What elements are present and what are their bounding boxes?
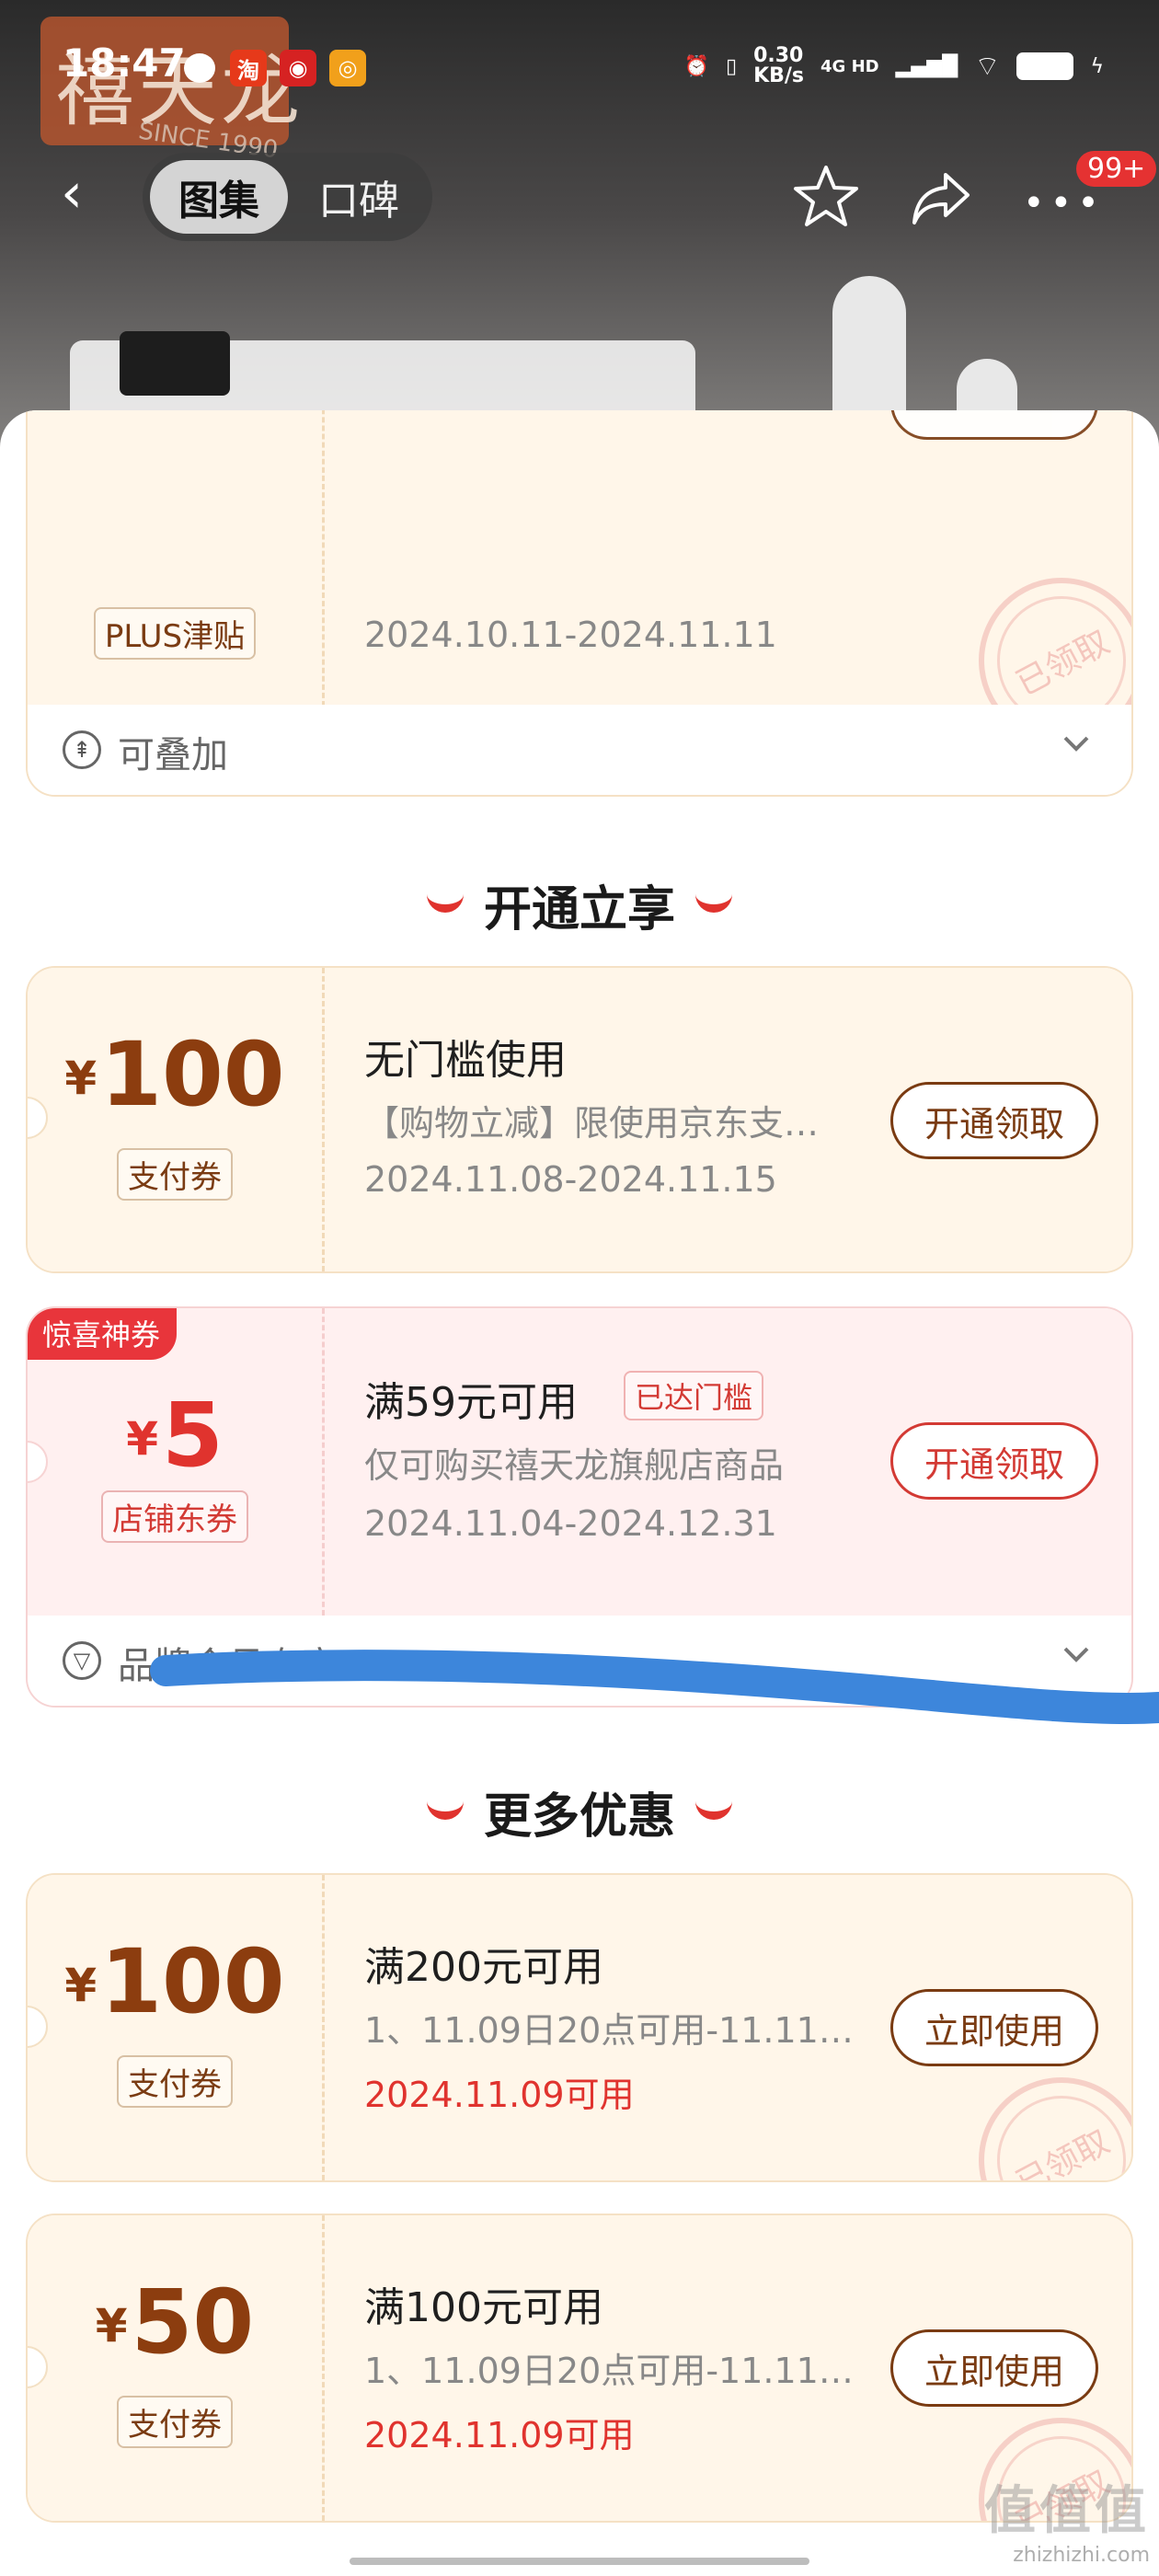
section-title-open: 开通立享 <box>0 870 1159 939</box>
net-speed-unit: KB/s <box>753 64 805 87</box>
coupon-desc: 1、11.09日20点可用-11.11… <box>364 2010 854 2051</box>
coupon-tag: 支付券 <box>117 2396 233 2448</box>
discount-sheet: 优惠 PLUS津贴 2024.10.11-2024.11.11 已领取 ⇞ 可叠… <box>0 410 1159 2576</box>
tab-gallery[interactable]: 图集 <box>150 160 288 234</box>
coupon-amount: 100 <box>100 1930 285 2033</box>
home-indicator[interactable] <box>350 2558 809 2565</box>
alarm-icon: ⏰ <box>683 54 709 78</box>
net-speed: 0.30 KB/s <box>753 46 804 86</box>
stack-icon: ⇞ <box>63 730 101 769</box>
chevron-down-icon <box>1063 736 1089 752</box>
coupon-card: ¥100 支付券 无门槛使用 【购物立减】限使用京东支… 2024.11.08-… <box>26 966 1133 1273</box>
use-now-button[interactable]: 立即使用 <box>890 1989 1098 2066</box>
net-speed-value: 0.30 <box>753 44 804 67</box>
coupon-currency: ¥ <box>126 1412 158 1466</box>
coupon-tag: 支付券 <box>117 1148 233 1201</box>
section-title-more-text: 更多优惠 <box>483 1789 675 1845</box>
scribble-overlay <box>150 1650 1159 1725</box>
section-title-open-text: 开通立享 <box>483 882 675 937</box>
coupon-desc: 仅可购买禧天龙旗舰店商品 <box>364 1445 785 1486</box>
coupon-footer-text: 可叠加 <box>118 734 228 776</box>
watermark-url: zhizhizhi.com <box>1013 2544 1150 2567</box>
share-icon[interactable] <box>909 167 973 228</box>
coupon-card: ¥50 支付券 满100元可用 1、11.09日20点可用-11.11… 202… <box>26 2214 1133 2523</box>
watermark: 值值值 zhizhizhi.com <box>984 2469 1150 2567</box>
coupon-date: 2024.11.09可用 <box>364 2075 635 2115</box>
coupon-desc: 1、11.09日20点可用-11.11… <box>364 2351 854 2391</box>
coupon-desc: 【购物立减】限使用京东支… <box>364 1103 820 1144</box>
tab-reviews[interactable]: 口碑 <box>294 160 423 234</box>
coupon-date: 2024.11.09可用 <box>364 2415 635 2455</box>
section-title-more: 更多优惠 <box>0 1777 1159 1846</box>
battery-icon <box>1016 52 1074 80</box>
coupon-tag: 店铺东券 <box>101 1490 248 1543</box>
status-bar: 18:47 淘 ◉ ◎ ⏰ ▯ 0.30 KB/s 4G HD ▂▄▆█ ⌔ ϟ <box>0 0 1159 138</box>
network-type: 4G HD <box>820 56 879 76</box>
product-box-lid <box>120 331 230 396</box>
coupon-button[interactable] <box>890 410 1098 440</box>
coupon-currency: ¥ <box>95 2299 128 2352</box>
claimed-stamp: 已领取 <box>949 2048 1131 2180</box>
wifi-icon: ⌔ <box>974 51 1001 83</box>
threshold-reached-badge: 已达门槛 <box>624 1371 764 1420</box>
weibo-app-icon: ◎ <box>329 50 366 86</box>
watermark-logo: 值值值 <box>984 2481 1150 2541</box>
more-icon[interactable]: ••• <box>1023 182 1105 224</box>
coupon-title: 满100元可用 <box>364 2284 603 2331</box>
message-icon <box>184 53 215 83</box>
coupon-date: 2024.11.08-2024.11.15 <box>364 1159 777 1200</box>
surprise-badge: 惊喜神券 <box>28 1308 178 1360</box>
view-tab-switcher: 图集 口碑 <box>143 153 432 241</box>
coupon-tag: PLUS津贴 <box>93 607 257 660</box>
signal-icon: ▂▄▆█ <box>895 54 958 78</box>
coupon-amount: 50 <box>131 2271 255 2374</box>
coupon-footer[interactable]: ⇞ 可叠加 <box>28 705 1131 795</box>
coupon-currency: ¥ <box>64 1959 98 2012</box>
coupon-amount: 100 <box>100 1023 285 1126</box>
coupon-card-plus: PLUS津贴 2024.10.11-2024.11.11 已领取 ⇞ 可叠加 <box>26 410 1133 797</box>
taobao-app-icon: 淘 <box>230 50 267 86</box>
shopping-app-icon: ◉ <box>280 50 316 86</box>
coupon-title: 满59元可用 <box>364 1379 578 1426</box>
use-now-button[interactable]: 立即使用 <box>890 2329 1098 2407</box>
activate-claim-button[interactable]: 开通领取 <box>890 1422 1098 1500</box>
favorite-star-icon[interactable] <box>791 162 861 232</box>
notification-badge: 99+ <box>1076 151 1157 187</box>
coupon-amount: 5 <box>162 1384 224 1487</box>
coupon-date: 2024.11.04-2024.12.31 <box>364 1503 777 1544</box>
back-icon[interactable]: ‹ <box>61 166 98 222</box>
coupon-currency: ¥ <box>64 1052 98 1105</box>
coupon-title: 无门槛使用 <box>364 1037 567 1084</box>
status-time: 18:47 <box>63 40 186 86</box>
vibrate-icon: ▯ <box>725 54 738 78</box>
coupon-title: 满200元可用 <box>364 1944 603 1991</box>
coupon-tag: 支付券 <box>117 2055 233 2108</box>
member-icon: ▽ <box>63 1641 101 1680</box>
coupon-card: ¥100 支付券 满200元可用 1、11.09日20点可用-11.11… 20… <box>26 1873 1133 2182</box>
activate-claim-button[interactable]: 开通领取 <box>890 1082 1098 1159</box>
coupon-date: 2024.10.11-2024.11.11 <box>364 615 777 655</box>
charging-icon: ϟ <box>1090 54 1104 78</box>
